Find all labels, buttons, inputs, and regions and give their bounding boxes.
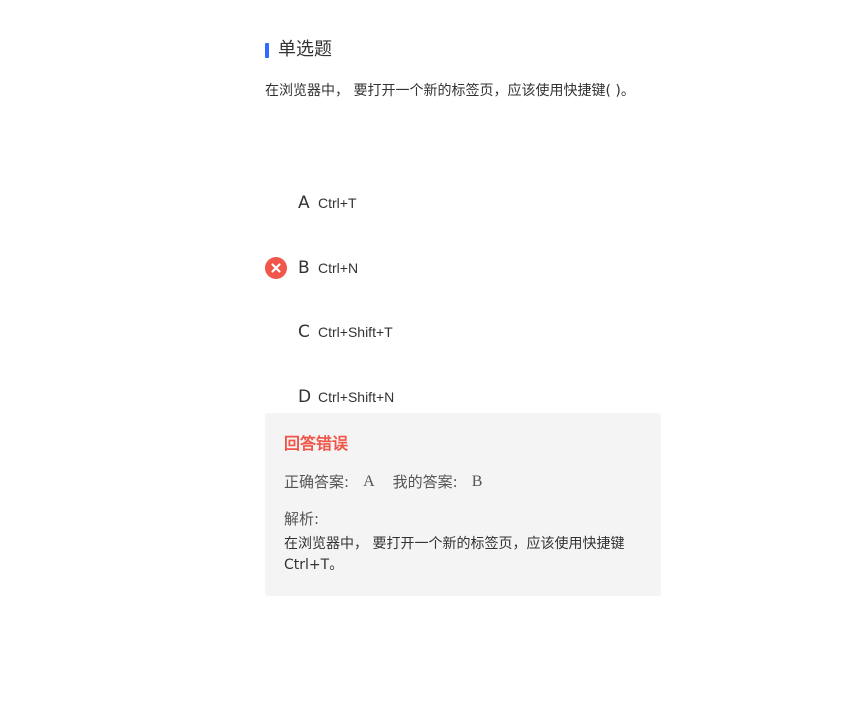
option-text: Ctrl+Shift+N [318,388,395,405]
option-b[interactable]: B Ctrl+N [265,236,661,301]
analysis-label: 解析: [284,510,320,528]
option-text: Ctrl+N [318,259,359,276]
close-circle-icon [265,256,287,279]
option-letter: B [298,257,310,278]
analysis-text: 在浏览器中， 要打开一个新的标签页，应该使用快捷键Ctrl+T。 [284,536,625,573]
accent-bar [265,42,269,58]
question-card: 单选题 在浏览器中， 要打开一个新的标签页，应该使用快捷键( )。 A Ctrl… [265,36,661,407]
correct-answer-label: 正确答案: [284,473,350,491]
option-a[interactable]: A Ctrl+T [265,171,661,236]
option-c[interactable]: C Ctrl+Shift+T [265,300,661,365]
option-letter: C [298,322,310,343]
options-list: A Ctrl+T B Ctrl+N C Ctrl+Shift+T D Ctrl+… [265,171,661,429]
option-letter: A [298,193,310,214]
result-title: 回答错误 [284,434,349,453]
question-stem: 在浏览器中， 要打开一个新的标签页，应该使用快捷键( )。 [265,83,635,99]
correct-answer-value: A [363,473,375,490]
option-text: Ctrl+Shift+T [318,324,393,341]
option-letter: D [298,386,312,407]
my-answer-label: 我的答案: [392,473,458,491]
answer-summary: 正确答案: A 我的答案: B [284,471,642,493]
option-text: Ctrl+T [318,195,357,212]
result-panel: 回答错误 正确答案: A 我的答案: B 解析: 在浏览器中， 要打开一个新的标… [265,413,661,596]
my-answer-value: B [471,473,483,490]
question-type-header: 单选题 [265,36,661,64]
question-type-label: 单选题 [278,39,332,60]
